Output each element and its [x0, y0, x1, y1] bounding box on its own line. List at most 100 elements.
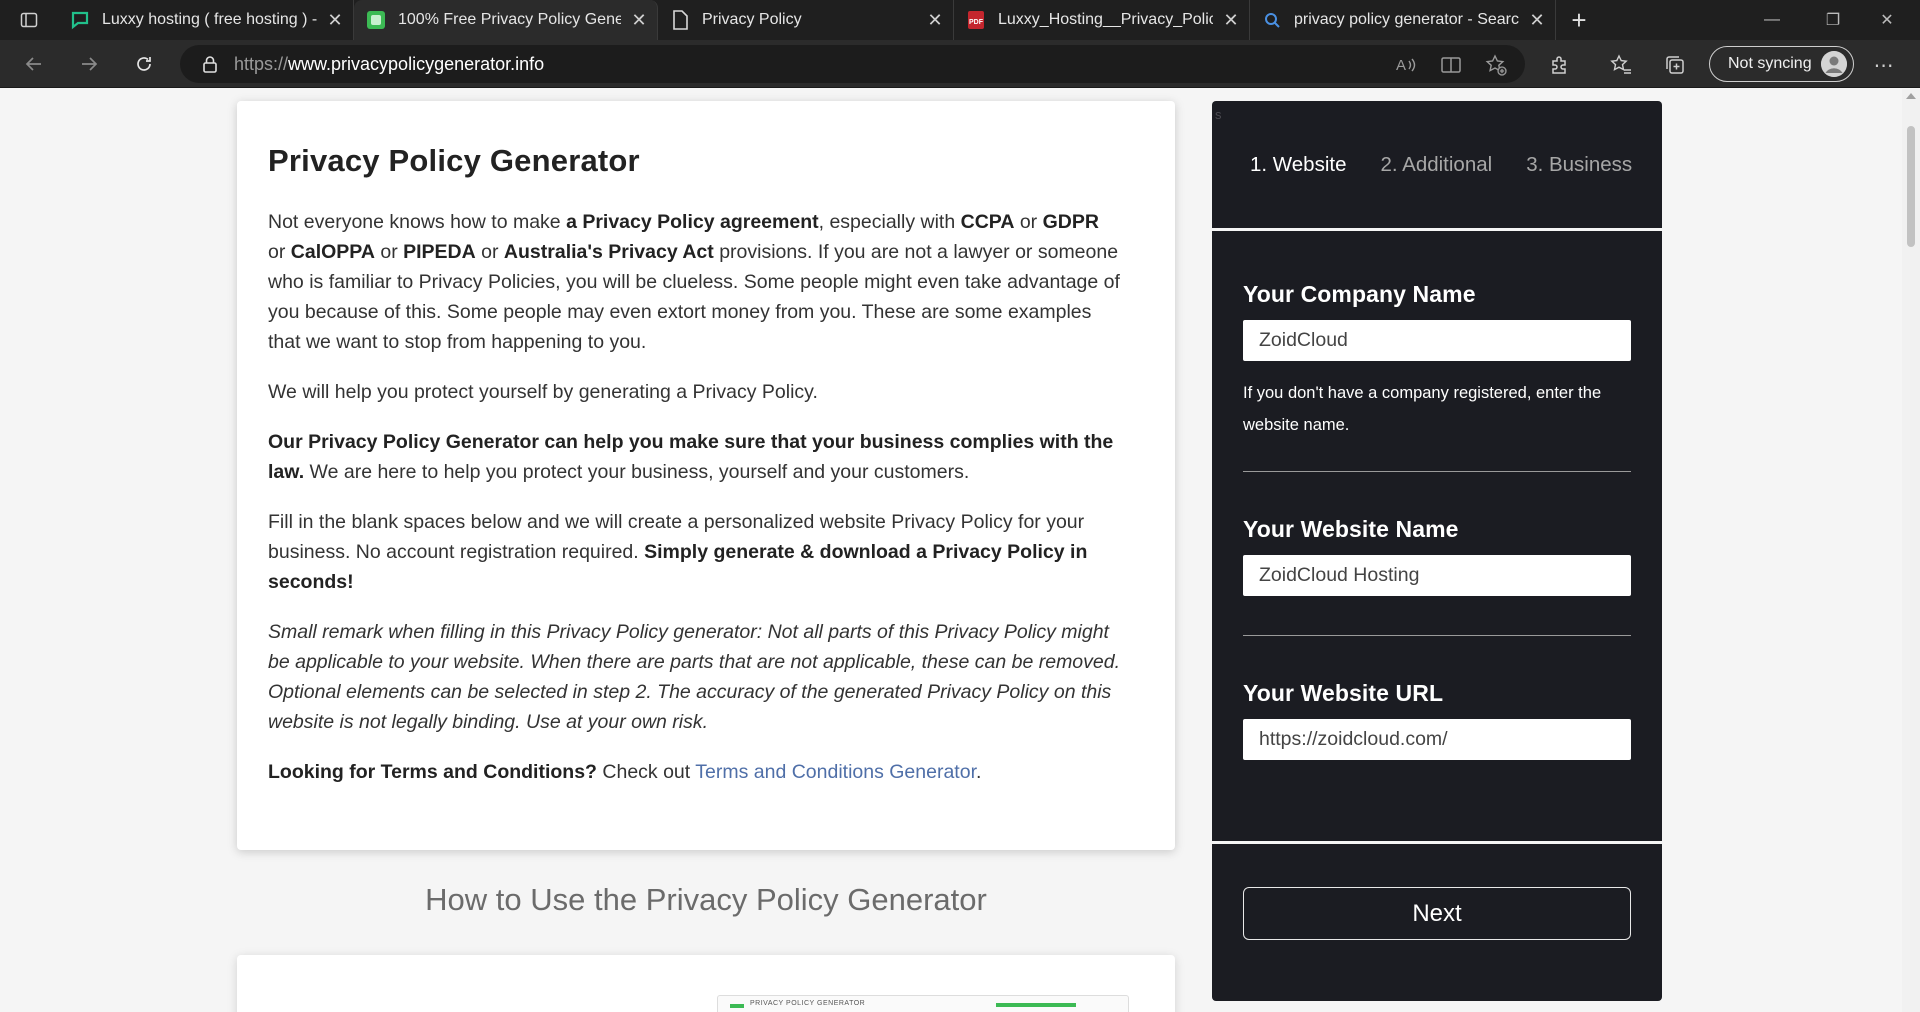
text: or: [475, 241, 504, 263]
fill-in-paragraph: Fill in the blank spaces below and we wi…: [268, 507, 1121, 597]
bold-text: CalOPPA: [290, 241, 375, 263]
sync-label: Not syncing: [1728, 55, 1812, 72]
collections-icon: [1666, 56, 1684, 74]
pdf-icon: PDF: [966, 10, 986, 30]
close-window-button[interactable]: ✕: [1862, 0, 1912, 40]
close-icon[interactable]: ✕: [1529, 10, 1545, 31]
step-website[interactable]: 1. Website: [1250, 153, 1346, 177]
arrow-left-icon: [25, 56, 41, 71]
favorites-button[interactable]: [1604, 48, 1638, 82]
document-icon: [670, 10, 690, 30]
url-host: www.privacypolicygenerator.info: [288, 53, 545, 74]
avatar: [1821, 51, 1847, 77]
refresh-icon: [136, 56, 151, 71]
close-icon[interactable]: ✕: [631, 10, 647, 31]
restore-icon: ❐: [1825, 12, 1841, 29]
new-tab-button[interactable]: +: [1556, 0, 1602, 40]
company-name-input[interactable]: [1243, 320, 1631, 361]
add-favorite-button[interactable]: [1479, 48, 1513, 82]
company-name-label: Your Company Name: [1243, 281, 1476, 307]
tab-title: 100% Free Privacy Policy Generat: [398, 11, 621, 28]
immersive-reader-icon: [1441, 57, 1461, 73]
tab-luxxy-hosting[interactable]: Luxxy hosting ( free hosting ) - lu ✕: [58, 0, 354, 40]
website-url-input[interactable]: [1243, 719, 1631, 760]
next-button[interactable]: Next: [1243, 887, 1631, 940]
arrow-right-icon: [81, 56, 97, 71]
stray-text: s: [1215, 107, 1222, 122]
divider: [1243, 471, 1631, 472]
back-button[interactable]: [6, 40, 61, 88]
generator-screenshot-image: PRIVACY POLICY GENERATOR: [717, 995, 1129, 1012]
extensions-button[interactable]: [1543, 48, 1577, 82]
tab-actions-button[interactable]: [0, 0, 58, 40]
website-url-label: Your Website URL: [1243, 680, 1444, 706]
close-icon: ✕: [1880, 12, 1894, 29]
svg-text:A: A: [1396, 57, 1406, 74]
tab-title: Luxxy_Hosting__Privacy_Policy (: [998, 11, 1213, 28]
howto-card: PRIVACY POLICY GENERATOR: [237, 955, 1175, 1012]
tab-actions-icon: [20, 12, 38, 28]
intro-card: Privacy Policy Generator Not everyone kn…: [237, 101, 1175, 850]
close-icon[interactable]: ✕: [327, 10, 343, 31]
minimize-button[interactable]: —: [1747, 0, 1797, 40]
tab-luxxy-pdf[interactable]: PDF Luxxy_Hosting__Privacy_Policy ( ✕: [954, 0, 1250, 40]
minimize-icon: —: [1764, 11, 1780, 28]
bold-text: CCPA: [960, 211, 1015, 233]
tab-title: Privacy Policy: [702, 11, 802, 28]
tab-search[interactable]: privacy policy generator - Search ✕: [1250, 0, 1556, 40]
web-page: Privacy Policy Generator Not everyone kn…: [0, 89, 1920, 1012]
favorites-icon: [1610, 54, 1631, 74]
bold-text: a Privacy Policy agreement: [566, 211, 819, 233]
generator-form: s 1. Website 2. Additional 3. Business Y…: [1212, 101, 1662, 1001]
chat-green-icon: [70, 10, 90, 30]
website-name-label: Your Website Name: [1243, 516, 1459, 542]
puzzle-icon: [1552, 56, 1566, 74]
thumbnail-button: [996, 1003, 1076, 1007]
step-additional[interactable]: 2. Additional: [1380, 153, 1492, 177]
svg-text:PDF: PDF: [969, 19, 984, 26]
text: , especially with: [818, 211, 961, 233]
plus-icon: +: [1571, 4, 1587, 35]
howto-heading: How to Use the Privacy Policy Generator: [425, 882, 987, 917]
star-add-icon: [1485, 54, 1507, 76]
terms-generator-link[interactable]: Terms and Conditions Generator: [695, 761, 976, 783]
divider: [1243, 635, 1631, 636]
text: or: [1014, 211, 1043, 233]
tab-title: privacy policy generator - Search: [1294, 11, 1519, 28]
website-name-input[interactable]: [1243, 555, 1631, 596]
forward-button[interactable]: [61, 40, 116, 88]
close-icon[interactable]: ✕: [1223, 10, 1239, 31]
page-title: Privacy Policy Generator: [268, 143, 640, 178]
comply-paragraph: Our Privacy Policy Generator can help yo…: [268, 427, 1121, 487]
bold-text: GDPR: [1042, 211, 1099, 233]
scroll-up-icon[interactable]: [1906, 93, 1916, 99]
close-icon[interactable]: ✕: [927, 10, 943, 31]
text: or: [374, 241, 404, 263]
logo-mark: [730, 1004, 744, 1008]
tab-title: Luxxy hosting ( free hosting ) - lu: [102, 11, 317, 28]
text: Check out: [596, 761, 696, 783]
form-steps: 1. Website 2. Additional 3. Business: [1212, 101, 1662, 231]
read-aloud-button[interactable]: A: [1389, 48, 1423, 82]
collections-button[interactable]: [1658, 48, 1692, 82]
restore-button[interactable]: ❐: [1808, 0, 1858, 40]
tab-privacy-policy-generator[interactable]: 100% Free Privacy Policy Generat ✕: [354, 0, 658, 40]
more-icon: ⋯: [1873, 54, 1895, 77]
refresh-button[interactable]: [116, 40, 171, 88]
address-bar[interactable]: https://www.privacypolicygenerator.info: [180, 45, 1525, 83]
read-aloud-icon: A: [1396, 57, 1416, 74]
form-body: Your Company Name If you don't have a co…: [1212, 231, 1662, 844]
tab-privacy-policy[interactable]: Privacy Policy ✕: [658, 0, 954, 40]
bold-text: Australia's Privacy Act: [503, 241, 714, 263]
text: .: [975, 761, 982, 783]
immersive-reader-button[interactable]: [1434, 48, 1468, 82]
company-hint: If you don't have a company registered, …: [1243, 384, 1602, 434]
profile-sync-button[interactable]: Not syncing: [1709, 46, 1854, 82]
scrollbar-thumb[interactable]: [1907, 126, 1915, 247]
settings-more-button[interactable]: ⋯: [1867, 48, 1901, 82]
search-icon: [1262, 10, 1282, 30]
page-scrollbar[interactable]: [1902, 89, 1920, 1012]
step-business[interactable]: 3. Business: [1526, 153, 1632, 177]
form-footer: Next: [1212, 844, 1662, 940]
remark-paragraph: Small remark when filling in this Privac…: [268, 621, 1121, 733]
